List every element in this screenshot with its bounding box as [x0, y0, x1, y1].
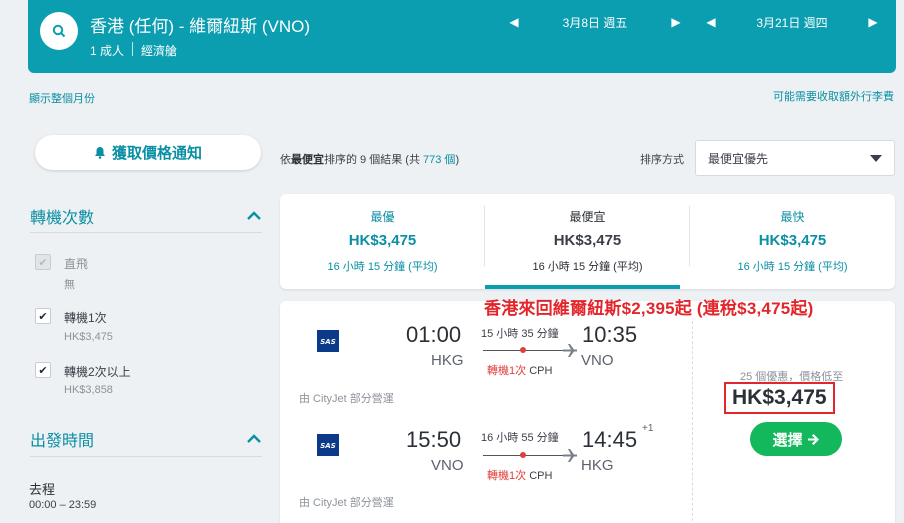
stops-filter-header[interactable]: 轉機次數 — [30, 204, 262, 228]
select-label: 選擇 — [772, 431, 803, 449]
option-two-plus-price: HK$3,858 — [64, 384, 113, 396]
depart-time-range: 00:00 – 23:59 — [29, 499, 97, 511]
inbound-operated-by: 由 CityJet 部分營運 — [299, 497, 394, 509]
travellers-count: 1 成人 — [90, 44, 125, 58]
flight-result-card[interactable]: SAS 01:00 HKG 15 小時 35 分鐘 轉機1次 CPH 10:35… — [280, 301, 895, 523]
next-return-date-icon[interactable]: ▶ — [865, 15, 881, 29]
tab-fastest[interactable]: 最快 HK$3,475 16 小時 15 分鐘 (平均) — [690, 194, 895, 289]
next-day-indicator: +1 — [642, 423, 654, 434]
bell-icon — [94, 147, 105, 159]
tab-title: 最便宜 — [569, 210, 606, 224]
inbound-duration: 16 小時 55 分鐘 — [481, 432, 559, 444]
sort-selected-value: 最便宜優先 — [708, 151, 769, 166]
tab-duration: 16 小時 15 分鐘 (平均) — [327, 261, 438, 273]
show-month-link[interactable]: 顯示整個月份 — [29, 90, 95, 106]
sort-label: 排序方式 — [640, 154, 684, 166]
traveller-info[interactable]: 1 成人 經濟艙 — [90, 42, 177, 59]
sort-tabs: 最優 HK$3,475 16 小時 15 分鐘 (平均) 最便宜 HK$3,47… — [280, 194, 895, 289]
checkbox-direct[interactable]: ✔ — [35, 254, 51, 270]
tab-title: 最快 — [780, 210, 805, 224]
divider — [30, 456, 262, 457]
outbound-leg-label: 去程 — [29, 482, 56, 497]
svg-text:SAS: SAS — [320, 338, 336, 346]
next-depart-date-icon[interactable]: ▶ — [668, 15, 684, 29]
sas-logo-icon: SAS — [317, 434, 339, 456]
prev-return-date-icon[interactable]: ◀ — [703, 15, 719, 29]
sort-select[interactable]: 最便宜優先 — [695, 140, 895, 176]
option-one-stop-price: HK$3,475 — [64, 331, 113, 343]
outbound-operated-by: 由 CityJet 部分營運 — [299, 393, 394, 405]
divider — [30, 232, 262, 233]
return-date-nav: ◀ 3月21日 週四 ▶ — [703, 10, 881, 34]
inbound-arrive-time: 14:45 — [582, 427, 638, 452]
chevron-up-icon[interactable] — [246, 434, 262, 444]
prev-depart-date-icon[interactable]: ◀ — [506, 15, 522, 29]
divider — [692, 321, 693, 523]
tab-cheapest[interactable]: 最便宜 HK$3,475 16 小時 15 分鐘 (平均) — [485, 194, 690, 289]
caret-down-icon — [870, 154, 882, 162]
tab-price: HK$3,475 — [348, 232, 417, 249]
tab-title: 最優 — [370, 210, 395, 224]
extra-fees-link[interactable]: 可能需要收取額外行李費 — [773, 88, 894, 104]
search-button[interactable] — [40, 12, 78, 50]
depart-date-nav: ◀ 3月8日 週五 ▶ — [506, 10, 684, 34]
outbound-stops: 轉機1次 CPH — [487, 365, 553, 377]
price-alert-button[interactable]: 獲取價格通知 — [35, 135, 261, 170]
depart-time-filter-title: 出發時間 — [30, 433, 95, 450]
sas-logo-icon: SAS — [317, 330, 339, 352]
search-header: 香港 (任何) - 維爾紐斯 (VNO) 1 成人 經濟艙 ◀ 3月8日 週五 … — [28, 0, 896, 73]
option-direct-price: 無 — [64, 279, 75, 291]
divider — [132, 42, 134, 56]
stops-filter-title: 轉機次數 — [30, 210, 95, 227]
option-one-stop-label: 轉機1次 — [64, 311, 107, 325]
return-date[interactable]: 3月21日 週四 — [719, 14, 865, 31]
results-summary: 依最便宜排序的 9 個結果 (共 773 個) — [280, 154, 460, 166]
option-direct-label: 直飛 — [64, 257, 89, 271]
chevron-up-icon[interactable] — [246, 211, 262, 221]
outbound-arrive-airport: VNO — [581, 352, 614, 369]
stop-dot — [520, 452, 526, 458]
outbound-depart-time: 01:00 — [406, 322, 462, 347]
select-button[interactable]: 選擇 — [750, 422, 842, 456]
active-tab-indicator — [485, 285, 680, 289]
stop-dot — [520, 347, 526, 353]
outbound-arrive-time: 10:35 — [582, 322, 638, 347]
plane-icon — [563, 344, 577, 357]
svg-text:SAS: SAS — [320, 442, 336, 450]
inbound-depart-time: 15:50 — [406, 427, 462, 452]
search-icon — [52, 24, 66, 38]
promo-overlay-text: 香港來回維爾紐斯$2,395起 (連稅$3,475起) — [484, 299, 814, 318]
plane-icon — [563, 449, 577, 462]
arrow-right-icon — [807, 433, 819, 445]
checkbox-one-stop[interactable]: ✔ — [35, 308, 51, 324]
outbound-duration: 15 小時 35 分鐘 — [481, 328, 559, 340]
tab-price: HK$3,475 — [553, 232, 622, 249]
route-title[interactable]: 香港 (任何) - 維爾紐斯 (VNO) — [90, 12, 310, 37]
option-two-plus-label: 轉機2次以上 — [64, 365, 131, 379]
cabin-class: 經濟艙 — [141, 44, 178, 58]
tab-duration: 16 小時 15 分鐘 (平均) — [737, 261, 848, 273]
tab-price: HK$3,475 — [758, 232, 827, 249]
depart-date[interactable]: 3月8日 週五 — [522, 14, 668, 31]
tab-best[interactable]: 最優 HK$3,475 16 小時 15 分鐘 (平均) — [280, 194, 485, 289]
checkbox-two-plus-stops[interactable]: ✔ — [35, 362, 51, 378]
result-price: HK$3,475 — [724, 382, 835, 414]
inbound-stops: 轉機1次 CPH — [487, 470, 553, 482]
price-alert-label: 獲取價格通知 — [111, 145, 202, 162]
outbound-depart-airport: HKG — [431, 352, 464, 369]
inbound-depart-airport: VNO — [431, 457, 464, 474]
inbound-arrive-airport: HKG — [581, 457, 614, 474]
depart-time-filter-header[interactable]: 出發時間 — [30, 427, 262, 451]
tab-duration: 16 小時 15 分鐘 (平均) — [532, 261, 643, 273]
